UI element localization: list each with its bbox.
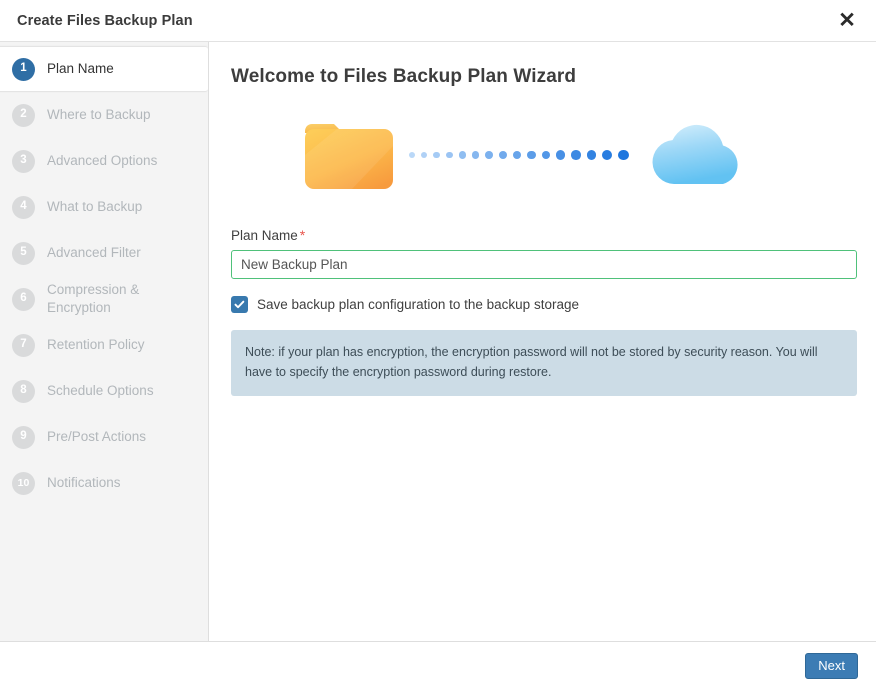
transfer-dot — [445, 151, 453, 159]
create-backup-plan-dialog: Create Files Backup Plan ✕ 1 Plan Name 2 Wh… — [0, 0, 876, 689]
sidebar-step-number: 3 — [12, 149, 35, 173]
transfer-dot — [485, 151, 493, 159]
sidebar-step-label: Schedule Options — [47, 383, 154, 399]
check-icon — [234, 300, 245, 309]
transfer-dot — [409, 152, 415, 158]
dialog-title: Create Files Backup Plan — [17, 12, 193, 29]
sidebar-step-label: What to Backup — [47, 199, 143, 215]
sidebar-step-number: 5 — [12, 241, 35, 265]
save-config-checkbox-row[interactable]: Save backup plan configuration to the ba… — [231, 296, 579, 313]
wizard-content-panel: Welcome to Files Backup Plan Wizard Plan… — [209, 42, 876, 641]
dialog-body: 1 Plan Name 2 Where to Backup 3 Advanced Opti… — [0, 42, 876, 641]
sidebar-step-label: Advanced Filter — [47, 245, 141, 261]
transfer-dot — [571, 150, 581, 160]
backup-illustration — [231, 105, 857, 205]
save-config-checkbox-label: Save backup plan configuration to the ba… — [257, 297, 579, 312]
sidebar-step-10[interactable]: 10 Notifications — [0, 460, 208, 506]
transfer-dot — [556, 150, 566, 160]
sidebar-step-9[interactable]: 9 Pre/Post Actions — [0, 414, 208, 460]
sidebar-step-number: 1 — [12, 57, 35, 81]
sidebar-step-label: Where to Backup — [47, 107, 151, 123]
sidebar-step-number: 8 — [12, 379, 35, 403]
sidebar-step-1[interactable]: 1 Plan Name — [0, 46, 208, 92]
next-button[interactable]: Next — [805, 652, 858, 679]
transfer-dot — [433, 151, 440, 159]
sidebar-step-number: 7 — [12, 333, 35, 357]
page-title: Welcome to Files Backup Plan Wizard — [231, 66, 577, 87]
plan-name-label: Plan Name * — [231, 227, 857, 243]
plan-name-input[interactable] — [231, 250, 857, 279]
wizard-steps-sidebar: 1 Plan Name 2 Where to Backup 3 Advanced Opti… — [0, 42, 209, 641]
save-config-checkbox[interactable] — [231, 296, 248, 313]
cloud-icon — [643, 118, 753, 193]
required-marker: * — [299, 227, 306, 243]
sidebar-step-5[interactable]: 5 Advanced Filter — [0, 230, 208, 276]
sidebar-step-label: Advanced Options — [47, 153, 158, 169]
transfer-dot — [498, 151, 507, 159]
sidebar-step-7[interactable]: 7 Retention Policy — [0, 322, 208, 368]
transfer-dot — [512, 150, 522, 160]
dialog-titlebar: Create Files Backup Plan ✕ — [0, 0, 876, 42]
transfer-dot — [586, 150, 597, 160]
close-icon[interactable]: ✕ — [832, 6, 862, 36]
transfer-dot — [541, 150, 551, 160]
sidebar-step-6[interactable]: 6 Compression & Encryption — [0, 276, 208, 322]
transfer-dot — [458, 151, 466, 159]
sidebar-step-number: 4 — [12, 195, 35, 219]
sidebar-step-number: 10 — [12, 471, 35, 495]
transfer-dot — [421, 151, 428, 159]
sidebar-step-label: Pre/Post Actions — [47, 429, 147, 445]
encryption-note: Note: if your plan has encryption, the e… — [231, 330, 857, 396]
sidebar-step-number: 9 — [12, 425, 35, 449]
sidebar-step-3[interactable]: 3 Advanced Options — [0, 138, 208, 184]
sidebar-step-label: Plan Name — [47, 61, 114, 77]
dialog-footer: Next — [0, 641, 876, 689]
sidebar-step-label: Notifications — [47, 475, 121, 491]
sidebar-step-label: Retention Policy — [47, 337, 145, 353]
folder-icon — [303, 115, 395, 196]
transfer-dot — [471, 151, 480, 159]
sidebar-step-number: 6 — [12, 287, 35, 311]
transfer-dot — [602, 150, 613, 160]
transfer-dots-icon — [409, 145, 629, 165]
sidebar-step-number: 2 — [12, 103, 35, 127]
transfer-dot — [527, 150, 536, 160]
sidebar-step-label: Compression & Encryption — [47, 282, 140, 315]
sidebar-step-8[interactable]: 8 Schedule Options — [0, 368, 208, 414]
plan-name-label-text: Plan Name — [231, 228, 298, 243]
sidebar-step-2[interactable]: 2 Where to Backup — [0, 92, 208, 138]
sidebar-step-4[interactable]: 4 What to Backup — [0, 184, 208, 230]
transfer-dot — [618, 149, 629, 161]
